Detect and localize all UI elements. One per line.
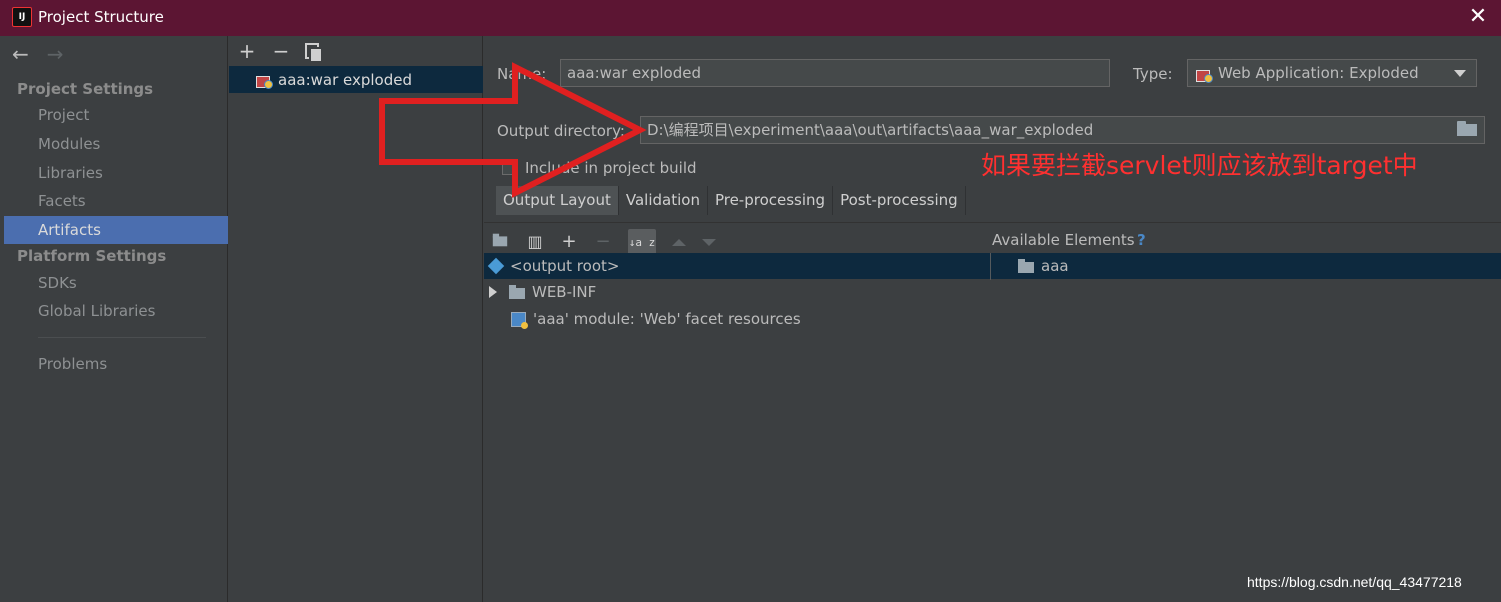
folder-icon (509, 285, 525, 299)
forward-arrow-icon[interactable]: → (47, 44, 64, 64)
tree-row-web-inf[interactable]: WEB-INF (484, 279, 596, 305)
back-arrow-icon[interactable]: ← (12, 44, 29, 64)
tree-row-label: 'aaa' module: 'Web' facet resources (533, 310, 801, 328)
available-elements-label: Available Elements (992, 231, 1135, 249)
move-up-icon[interactable] (672, 238, 686, 246)
war-artifact-icon (255, 71, 273, 89)
nav-item-problems[interactable]: Problems (4, 350, 228, 378)
help-icon[interactable]: ? (1137, 231, 1146, 249)
close-button[interactable]: ✕ (1466, 6, 1490, 30)
project-settings-header: Project Settings (17, 80, 154, 98)
remove-artifact-button[interactable]: − (271, 40, 291, 62)
artifact-tabs: Output Layout Validation Pre-processing … (496, 186, 966, 215)
nav-item-modules[interactable]: Modules (4, 130, 228, 158)
intellij-app-icon: IJ (12, 7, 32, 27)
artifacts-toolbar: + − (237, 40, 323, 63)
type-dropdown[interactable]: Web Application: Exploded (1187, 59, 1477, 87)
name-field[interactable]: aaa:war exploded (560, 59, 1110, 87)
app-icon-text: IJ (18, 12, 26, 22)
nav-item-project[interactable]: Project (4, 101, 228, 129)
tab-post-processing[interactable]: Post-processing (833, 186, 966, 215)
nav-item-artifacts[interactable]: Artifacts (4, 216, 228, 244)
available-row-label: aaa (1041, 257, 1069, 275)
chevron-down-icon (1454, 70, 1466, 77)
output-root-icon (487, 257, 505, 275)
annotation-text: 如果要拦截servlet则应该放到target中 (981, 151, 1418, 180)
output-layout-panel: ▥ + − ↓a z Available Elements ? <output … (484, 222, 1501, 602)
output-layout-toolbar: ▥ + − ↓a z (492, 229, 716, 255)
tree-row-label: WEB-INF (532, 283, 597, 301)
type-label: Type: (1133, 65, 1173, 83)
available-row-aaa[interactable]: aaa (991, 253, 1501, 279)
output-directory-label: Output directory: (497, 122, 625, 140)
artifact-list-item-label: aaa:war exploded (278, 70, 413, 89)
nav-item-global-libraries[interactable]: Global Libraries (4, 297, 228, 325)
platform-settings-header: Platform Settings (17, 247, 167, 265)
tab-output-layout[interactable]: Output Layout (496, 186, 619, 215)
include-in-build-checkbox[interactable] (502, 160, 517, 175)
create-archive-icon[interactable]: ▥ (526, 233, 544, 251)
create-directory-icon[interactable] (492, 233, 510, 251)
add-element-button[interactable]: + (560, 233, 578, 251)
tree-row-web-facet[interactable]: 'aaa' module: 'Web' facet resources (484, 306, 801, 332)
artifact-list-item[interactable]: aaa:war exploded (229, 66, 483, 93)
web-app-icon (1195, 65, 1213, 83)
tree-row-output-root[interactable]: <output root> (484, 253, 990, 279)
move-down-icon[interactable] (702, 238, 716, 246)
browse-folder-icon[interactable] (1457, 121, 1477, 137)
nav-divider (38, 337, 206, 338)
nav-item-facets[interactable]: Facets (4, 187, 228, 215)
nav-item-libraries[interactable]: Libraries (4, 159, 228, 187)
web-facet-icon (511, 311, 528, 329)
expand-arrow-icon[interactable] (489, 286, 497, 298)
watermark: https://blog.csdn.net/qq_43477218 (1247, 574, 1462, 590)
remove-element-button[interactable]: − (594, 233, 612, 251)
title-bar: IJ Project Structure ✕ (0, 0, 1501, 36)
artifact-details-panel: Name: aaa:war exploded Type: Web Applica… (484, 36, 1501, 602)
nav-history: ← → (12, 44, 64, 64)
type-dropdown-value: Web Application: Exploded (1218, 64, 1419, 82)
tab-pre-processing[interactable]: Pre-processing (708, 186, 834, 215)
window-title: Project Structure (38, 8, 164, 26)
output-directory-field[interactable]: D:\编程项目\experiment\aaa\out\artifacts\aaa… (640, 116, 1485, 144)
copy-artifact-icon[interactable] (305, 43, 323, 63)
tab-validation[interactable]: Validation (619, 186, 708, 215)
tree-row-label: <output root> (510, 257, 620, 275)
settings-nav: ← → Project Settings Project Modules Lib… (0, 36, 228, 602)
artifacts-list-panel: + − aaa:war exploded (229, 36, 483, 602)
nav-item-sdks[interactable]: SDKs (4, 269, 228, 297)
include-in-build-label: Include in project build (525, 159, 697, 177)
module-folder-icon (1018, 259, 1034, 273)
add-artifact-button[interactable]: + (237, 40, 257, 62)
name-label: Name: (497, 65, 547, 83)
sort-elements-button[interactable]: ↓a z (628, 229, 656, 255)
